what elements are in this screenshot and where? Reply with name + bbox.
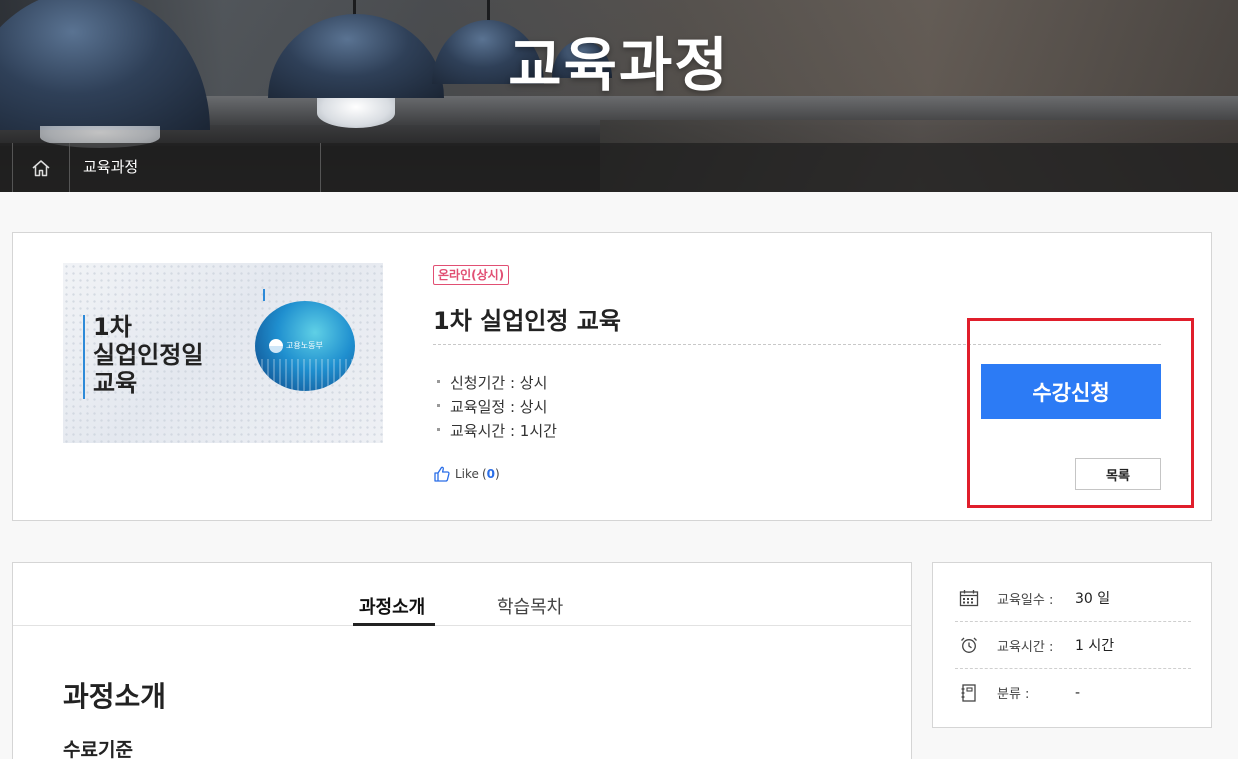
breadcrumb-home[interactable] [12, 143, 70, 192]
hero-banner: 교육과정 교육과정 [0, 0, 1238, 192]
breadcrumb-item-current[interactable]: 교육과정 [70, 143, 321, 192]
tab-course-intro[interactable]: 과정소개 [359, 593, 425, 619]
notebook-icon [961, 683, 976, 702]
thumbs-up-icon [434, 466, 450, 482]
status-badge: 온라인(상시) [433, 265, 510, 285]
course-info-list: 신청기간 : 상시 교육일정 : 상시 교육시간 : 1시간 [437, 371, 557, 443]
summary-row-days: 교육일수 : 30 일 [955, 575, 1191, 622]
course-thumbnail: 1차 실업인정일 교육 고용노동부 [63, 263, 383, 443]
info-item: 신청기간 : 상시 [437, 371, 557, 395]
section-title: 과정소개 [63, 680, 167, 713]
thumbnail-emblem: 고용노동부 [255, 301, 355, 391]
ministry-logo-icon [269, 339, 283, 353]
info-item: 교육일정 : 상시 [437, 395, 557, 419]
summary-row-hours: 교육시간 : 1 시간 [955, 622, 1191, 669]
home-icon [32, 159, 50, 176]
calendar-icon [959, 590, 979, 607]
course-title: 1차 실업인정 교육 [433, 307, 621, 335]
apply-button[interactable]: 수강신청 [981, 364, 1161, 419]
course-card: 1차 실업인정일 교육 고용노동부 온라인(상시) 1차 실업인정 교육 신청기… [12, 232, 1212, 521]
subsection-title: 수료기준 [63, 739, 133, 759]
breadcrumb: 교육과정 [0, 143, 1238, 192]
tab-curriculum[interactable]: 학습목차 [497, 593, 563, 619]
list-button[interactable]: 목록 [1075, 458, 1161, 490]
page-title: 교육과정 [508, 31, 730, 99]
summary-row-category: 분류 : - [955, 669, 1191, 716]
course-summary-panel: 교육일수 : 30 일 교육시간 : 1 시간 분류 : - [932, 562, 1212, 728]
like-count: 0 [486, 467, 495, 481]
active-tab-indicator [353, 623, 435, 626]
alarm-clock-icon [961, 637, 977, 653]
like-button[interactable]: Like (0) [433, 465, 500, 483]
tab-bar: 과정소개 학습목차 [13, 563, 911, 626]
info-item: 교육시간 : 1시간 [437, 419, 557, 443]
course-detail-panel: 과정소개 학습목차 과정소개 수료기준 [12, 562, 912, 759]
thumbnail-caption: 1차 실업인정일 교육 [93, 313, 204, 397]
